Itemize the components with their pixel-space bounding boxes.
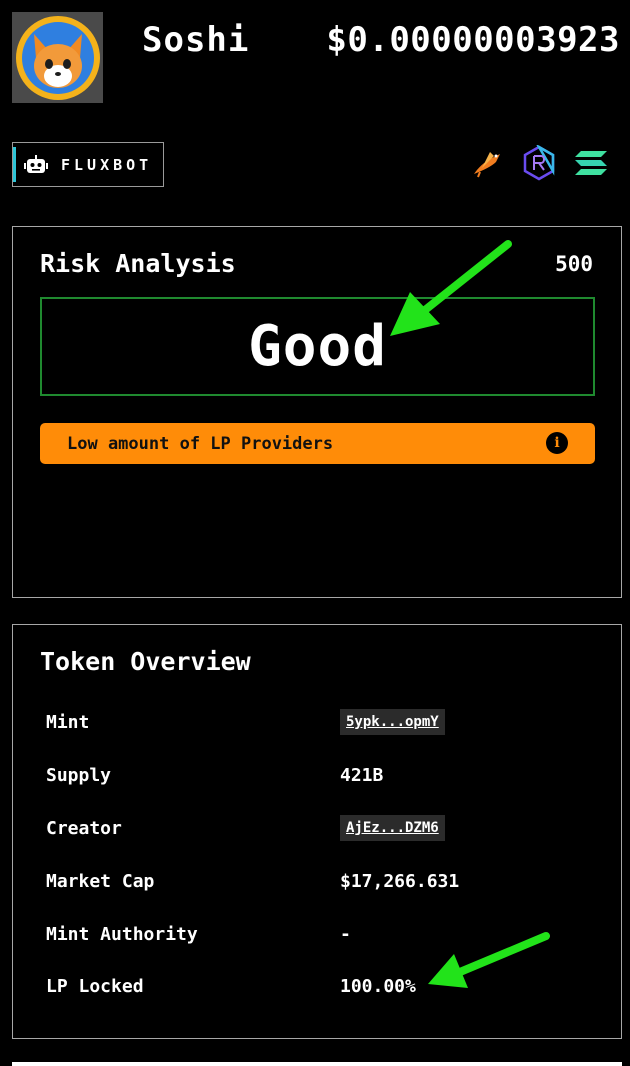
bottom-divider (12, 1062, 622, 1066)
risk-analysis-panel: Risk Analysis 500 Good Low amount of LP … (12, 226, 622, 598)
row-label: Market Cap (46, 870, 155, 892)
risk-analysis-title: Risk Analysis (40, 249, 236, 278)
shiba-fox-avatar-icon (15, 15, 100, 100)
token-overview-panel: Token Overview Mint 5ypk...opmY Supply 4… (12, 624, 622, 1039)
supply-value: 421B (340, 764, 384, 786)
overview-row-creator: Creator AjEz...DZM6 (46, 813, 606, 843)
token-name: Soshi (142, 20, 250, 60)
robot-icon (24, 154, 48, 173)
token-overview-title: Token Overview (40, 647, 251, 676)
token-avatar (12, 12, 103, 103)
fluxbot-button[interactable]: FLUXBOT (12, 142, 164, 187)
solana-icon (575, 151, 607, 175)
overview-row-supply: Supply 421B (46, 760, 606, 790)
row-label: Supply (46, 764, 112, 786)
risk-score: 500 (555, 252, 593, 276)
mint-address-link[interactable]: 5ypk...opmY (340, 709, 445, 735)
mint-authority-value: - (340, 923, 351, 945)
solana-link[interactable] (572, 144, 610, 182)
fluxbot-label: FLUXBOT (61, 155, 153, 174)
overview-row-mint: Mint 5ypk...opmY (46, 707, 606, 737)
overview-row-lp-locked: LP Locked 100.00% (46, 971, 606, 1001)
lp-providers-warning[interactable]: Low amount of LP Providers i (40, 423, 595, 464)
birdeye-link[interactable] (468, 144, 506, 182)
row-label: Mint (46, 711, 90, 733)
market-cap-value: $17,266.631 (340, 870, 460, 892)
info-icon[interactable]: i (546, 432, 568, 454)
raydium-link[interactable] (520, 144, 558, 182)
risk-rating: Good (248, 314, 387, 379)
token-price: $0.00000003923 (326, 20, 620, 60)
birdeye-icon (474, 152, 500, 178)
row-label: Creator (46, 817, 122, 839)
lp-locked-value: 100.00% (340, 975, 416, 997)
row-label: LP Locked (46, 975, 144, 997)
warning-text: Low amount of LP Providers (67, 433, 334, 454)
raydium-icon (523, 145, 555, 181)
risk-rating-box: Good (40, 297, 595, 396)
row-label: Mint Authority (46, 923, 198, 945)
overview-row-market-cap: Market Cap $17,266.631 (46, 866, 606, 896)
overview-row-mint-authority: Mint Authority - (46, 919, 606, 949)
creator-address-link[interactable]: AjEz...DZM6 (340, 815, 445, 841)
external-links (468, 144, 610, 182)
